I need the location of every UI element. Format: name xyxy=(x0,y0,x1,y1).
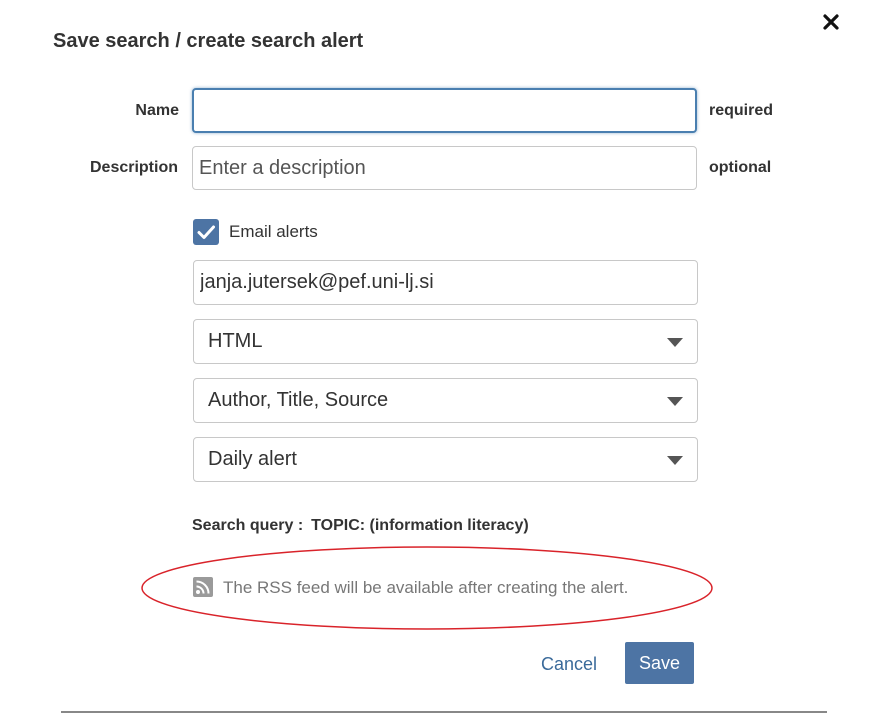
email-field[interactable] xyxy=(193,260,698,305)
dialog-title: Save search / create search alert xyxy=(53,30,364,52)
email-alerts-label[interactable]: Email alerts xyxy=(229,222,318,242)
description-label: Description xyxy=(89,159,178,176)
rss-notice: The RSS feed will be available after cre… xyxy=(223,578,629,597)
name-label: Name xyxy=(135,102,179,119)
footer-divider xyxy=(61,711,827,713)
search-query-value: TOPIC: (information literacy) xyxy=(311,517,529,534)
rss-icon xyxy=(193,577,213,597)
name-input[interactable] xyxy=(192,88,697,133)
close-icon[interactable] xyxy=(819,10,843,34)
description-input[interactable] xyxy=(192,146,697,190)
content-select-value: Author, Title, Source xyxy=(208,389,389,411)
format-select-value: HTML xyxy=(208,330,263,352)
checkmark-icon xyxy=(197,225,215,239)
save-button[interactable]: Save xyxy=(625,642,694,684)
chevron-down-icon xyxy=(667,397,683,406)
description-optional-hint: optional xyxy=(709,159,772,176)
chevron-down-icon xyxy=(667,456,683,465)
frequency-select[interactable]: Daily alert xyxy=(193,437,698,482)
content-select[interactable]: Author, Title, Source xyxy=(193,378,698,423)
search-query: Search query : TOPIC: (information litera… xyxy=(192,517,529,535)
email-alerts-checkbox[interactable] xyxy=(193,219,219,245)
save-search-dialog: Save search / create search alert Name r… xyxy=(0,0,877,724)
chevron-down-icon xyxy=(667,338,683,347)
search-query-label: Search query : xyxy=(192,517,304,534)
frequency-select-value: Daily alert xyxy=(208,448,297,470)
format-select[interactable]: HTML xyxy=(193,319,698,364)
name-required-hint: required xyxy=(709,102,774,119)
cancel-button[interactable]: Cancel xyxy=(536,648,602,680)
